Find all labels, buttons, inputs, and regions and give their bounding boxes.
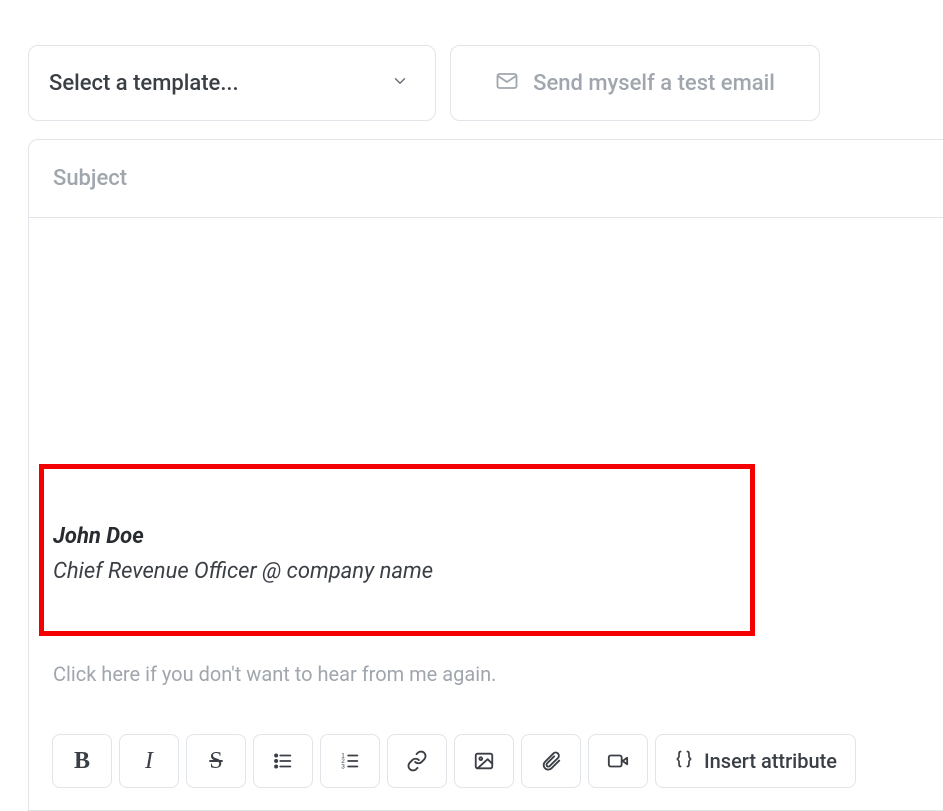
subject-input[interactable] bbox=[53, 166, 919, 191]
italic-button[interactable]: I bbox=[119, 734, 179, 788]
unsubscribe-text: Click here if you don't want to hear fro… bbox=[53, 662, 496, 686]
braces-icon bbox=[674, 749, 694, 773]
paperclip-icon bbox=[540, 750, 562, 772]
insert-attribute-button[interactable]: Insert attribute bbox=[655, 734, 856, 788]
unsubscribe-line[interactable]: Click here if you don't want to hear fro… bbox=[53, 662, 496, 686]
bullet-list-icon bbox=[272, 750, 294, 772]
template-select-dropdown[interactable]: Select a template... bbox=[28, 45, 436, 121]
subject-row bbox=[29, 140, 943, 218]
bullet-list-button[interactable] bbox=[253, 734, 313, 788]
numbered-list-button[interactable]: 1 2 3 bbox=[320, 734, 380, 788]
chevron-down-icon bbox=[391, 72, 409, 94]
email-signature: John Doe Chief Revenue Officer @ company… bbox=[53, 524, 433, 584]
strikethrough-button[interactable]: S bbox=[186, 734, 246, 788]
image-button[interactable] bbox=[454, 734, 514, 788]
envelope-icon bbox=[495, 69, 519, 97]
strikethrough-icon: S bbox=[209, 748, 222, 775]
signature-name: John Doe bbox=[53, 524, 433, 549]
format-toolbar: B I S bbox=[52, 734, 856, 788]
video-icon bbox=[607, 750, 629, 772]
link-icon bbox=[406, 750, 428, 772]
email-body[interactable]: John Doe Chief Revenue Officer @ company… bbox=[29, 218, 943, 810]
send-test-email-label: Send myself a test email bbox=[533, 71, 775, 96]
numbered-list-icon: 1 2 3 bbox=[339, 750, 361, 772]
email-editor: John Doe Chief Revenue Officer @ company… bbox=[28, 139, 943, 811]
send-test-email-button[interactable]: Send myself a test email bbox=[450, 45, 820, 121]
bold-button[interactable]: B bbox=[52, 734, 112, 788]
template-select-label: Select a template... bbox=[49, 71, 239, 96]
image-icon bbox=[473, 750, 495, 772]
signature-title: Chief Revenue Officer @ company name bbox=[53, 559, 433, 584]
video-button[interactable] bbox=[588, 734, 648, 788]
link-button[interactable] bbox=[387, 734, 447, 788]
insert-attribute-label: Insert attribute bbox=[704, 749, 837, 773]
bold-icon: B bbox=[74, 748, 90, 775]
svg-text:3: 3 bbox=[341, 763, 345, 770]
attachment-button[interactable] bbox=[521, 734, 581, 788]
italic-icon: I bbox=[145, 748, 153, 775]
